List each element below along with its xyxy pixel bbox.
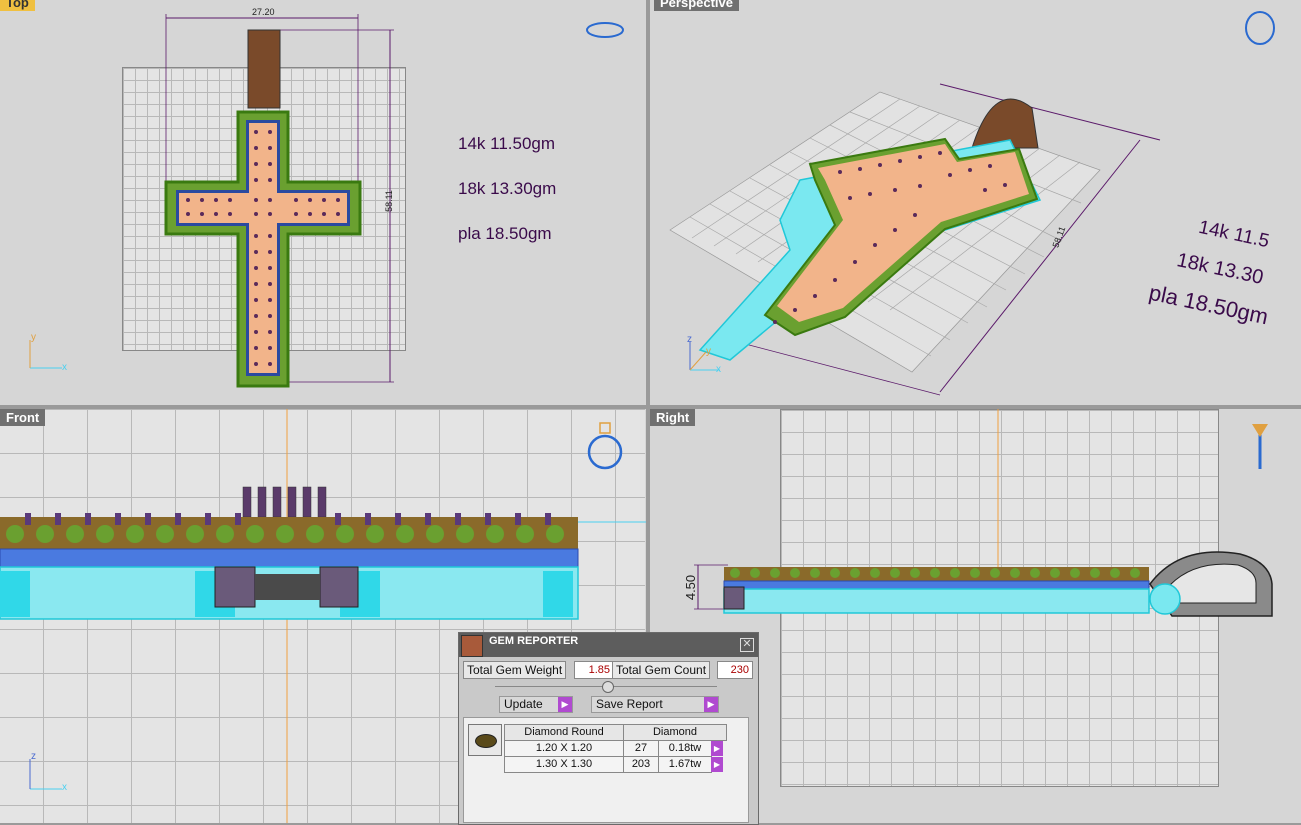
top-height-dimension: 58.11	[383, 190, 394, 212]
save-report-label: Save Report	[596, 697, 663, 711]
persp-axis-z: z	[687, 334, 692, 345]
front-axis-x: x	[62, 782, 67, 793]
total-gem-weight-label: Total Gem Weight	[463, 661, 567, 679]
total-gem-count-field[interactable]: 230	[717, 661, 753, 679]
ring-icon-front[interactable]	[587, 421, 623, 471]
row2-count: 203	[623, 756, 659, 773]
top-cross-drawing	[29, 14, 624, 388]
close-button[interactable]: ✕	[740, 638, 754, 652]
row2-weight: 1.67tw	[658, 756, 712, 773]
viewport-label-top: Top	[0, 0, 35, 11]
perspective-cross-drawing	[669, 11, 1275, 396]
row2-arrow-button[interactable]: ▶	[711, 757, 723, 772]
right-thickness-dimension: 4.50	[683, 574, 699, 601]
save-report-arrow-icon: ▶	[704, 697, 718, 712]
viewport-label-front: Front	[0, 409, 46, 426]
persp-axis-x: x	[716, 364, 721, 375]
weight-14k: 14k 11.50gm	[458, 134, 556, 153]
gem-table: Diamond Round Diamond 1.20 X 1.20 27 0.1…	[463, 717, 749, 823]
ring-icon-perspective[interactable]	[1244, 10, 1276, 46]
gem-reporter-title: GEM REPORTER	[489, 635, 579, 647]
tool-icon-right[interactable]	[1250, 419, 1272, 473]
row1-count: 27	[623, 740, 659, 757]
top-width-dimension: 27.20	[252, 7, 275, 17]
total-gem-weight-field[interactable]: 1.85	[574, 661, 614, 679]
viewport-label-perspective: Perspective	[654, 0, 739, 11]
top-viewport[interactable]: 27.20 58.11 x y 14k 11.50gm 18k 13.30gm …	[0, 0, 646, 405]
row2-size: 1.30 X 1.30	[504, 756, 624, 773]
collapse-toggle-icon[interactable]	[602, 681, 614, 693]
update-arrow-icon: ▶	[558, 697, 572, 712]
diamond-thumbnail-icon	[468, 724, 502, 756]
top-axis-x: x	[62, 362, 67, 373]
weight-platinum: pla 18.50gm	[458, 224, 552, 243]
viewport-label-right: Right	[650, 409, 696, 426]
front-axis-z: z	[31, 751, 36, 762]
save-report-button[interactable]: Save Report ▶	[591, 696, 719, 713]
update-button[interactable]: Update ▶	[499, 696, 573, 713]
ring-icon-top[interactable]	[587, 20, 623, 40]
gem-reporter-titlebar[interactable]: GEM REPORTER ✕	[459, 633, 758, 657]
perspective-viewport[interactable]: 58.11 x y z 14k 11.5 18k 13.30 pla 18.50…	[650, 0, 1301, 405]
row1-arrow-button[interactable]: ▶	[711, 741, 723, 756]
row1-weight: 0.18tw	[658, 740, 712, 757]
header-type: Diamond	[623, 724, 727, 741]
gem-reporter-panel: GEM REPORTER ✕ Total Gem Weight 1.85 Tot…	[458, 632, 759, 825]
header-shape: Diamond Round	[504, 724, 624, 741]
total-gem-count-label: Total Gem Count	[612, 661, 711, 679]
persp-axis-y: y	[706, 346, 711, 357]
gem-reporter-logo-icon	[461, 635, 483, 657]
update-label: Update	[504, 697, 543, 711]
top-axis-y: y	[31, 332, 36, 343]
row1-size: 1.20 X 1.20	[504, 740, 624, 757]
weight-18k: 18k 13.30gm	[458, 179, 557, 198]
